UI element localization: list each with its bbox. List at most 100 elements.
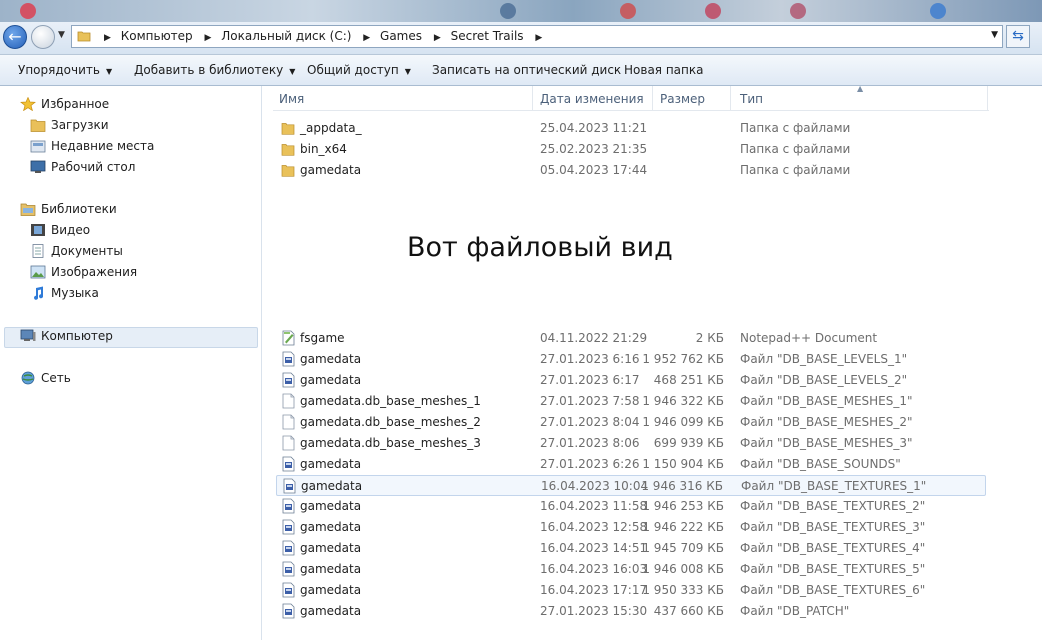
- nav-item-recent[interactable]: Недавние места: [30, 139, 154, 157]
- file-row[interactable]: gamedata 16.04.2023 12:58 1 946 222 КБ Файл…: [276, 517, 986, 538]
- organize-button[interactable]: Упорядочить ▼: [18, 63, 112, 77]
- chevron-down-icon: ▼: [404, 67, 411, 76]
- file-size: 1 952 762 КБ: [642, 352, 724, 366]
- file-name: gamedata: [300, 541, 362, 555]
- file-row[interactable]: fsgame 04.11.2022 21:29 2 КБ Notepad++ Docu…: [276, 328, 986, 349]
- file-row[interactable]: gamedata.db_base_meshes_2 27.01.2023 8:04…: [276, 412, 986, 433]
- file-type: Файл "DB_BASE_TEXTURES_2": [740, 499, 926, 513]
- file-name: gamedata.db_base_meshes_1: [300, 394, 481, 408]
- file-type: Файл "DB_BASE_TEXTURES_6": [740, 583, 926, 597]
- file-name: gamedata: [301, 479, 363, 493]
- column-divider[interactable]: [987, 86, 988, 110]
- video-icon: [31, 224, 45, 236]
- column-header-size[interactable]: Размер: [660, 92, 705, 106]
- new-folder-button[interactable]: Новая папка: [624, 63, 703, 77]
- nav-item-favorites[interactable]: Избранное: [20, 97, 109, 115]
- file-type: Файл "DB_BASE_LEVELS_2": [740, 373, 908, 387]
- chevron-right-icon[interactable]: ▶: [535, 33, 542, 43]
- folder-row-bin[interactable]: bin_x64 25.02.2023 21:35 Папка с файлами: [276, 139, 986, 160]
- nav-item-libraries[interactable]: Библиотеки: [20, 202, 117, 220]
- forward-button[interactable]: [31, 25, 55, 49]
- chevron-right-icon[interactable]: ▶: [205, 33, 212, 43]
- file-row[interactable]: gamedata 16.04.2023 17:17 1 950 333 КБ Файл…: [276, 580, 986, 601]
- chevron-down-icon[interactable]: ▼: [991, 30, 998, 40]
- file-size: 1 150 904 КБ: [642, 457, 724, 471]
- recent-places-icon: [30, 140, 46, 153]
- breadcrumb-item-secret-trails[interactable]: Secret Trails: [451, 29, 524, 43]
- burn-button[interactable]: Записать на оптический диск: [432, 63, 621, 77]
- file-row[interactable]: gamedata 27.01.2023 6:17 468 251 КБ Файл "D…: [276, 370, 986, 391]
- breadcrumb: ▶ Компьютер ▶ Локальный диск (C:) ▶ Game…: [96, 29, 548, 43]
- file-date: 27.01.2023 6:17: [540, 373, 640, 387]
- taskbar-strip: [0, 0, 1042, 22]
- nav-item-downloads[interactable]: Загрузки: [30, 118, 109, 136]
- file-name: gamedata: [300, 352, 362, 366]
- folder-row-gamedata[interactable]: gamedata 05.04.2023 17:44 Папка с файлам…: [276, 160, 986, 181]
- file-row[interactable]: gamedata.db_base_meshes_1 27.01.2023 7:58…: [276, 391, 986, 412]
- file-row[interactable]: gamedata 16.04.2023 10:04 1 946 316 КБ Файл…: [276, 475, 986, 496]
- file-row[interactable]: gamedata 16.04.2023 14:51 1 945 709 КБ Файл…: [276, 538, 986, 559]
- nav-item-music[interactable]: Музыка: [30, 286, 99, 304]
- star-icon: [20, 97, 36, 111]
- breadcrumb-item-disk[interactable]: Локальный диск (C:): [221, 29, 351, 43]
- file-size: 699 939 КБ: [653, 436, 724, 450]
- chevron-right-icon: ▶: [104, 33, 111, 43]
- breadcrumb-item-computer[interactable]: Компьютер: [121, 29, 193, 43]
- file-name: gamedata: [300, 520, 362, 534]
- back-button[interactable]: ←: [3, 25, 27, 49]
- column-header-type[interactable]: Тип: [740, 92, 763, 106]
- file-row[interactable]: gamedata 16.04.2023 16:03 1 946 008 КБ Файл…: [276, 559, 986, 580]
- chevron-right-icon[interactable]: ▶: [363, 33, 370, 43]
- tab-icon: [620, 3, 636, 19]
- file-type: Файл "DB_BASE_LEVELS_1": [740, 352, 908, 366]
- folder-row-appdata[interactable]: _appdata_ 25.04.2023 11:21 Папка с файла…: [276, 118, 986, 139]
- computer-icon: [20, 329, 36, 341]
- file-size: 437 660 КБ: [653, 604, 724, 618]
- column-divider[interactable]: [652, 86, 653, 110]
- file-row[interactable]: gamedata 27.01.2023 6:16 1 952 762 КБ Файл …: [276, 349, 986, 370]
- file-row[interactable]: gamedata.db_base_meshes_3 27.01.2023 8:06…: [276, 433, 986, 454]
- nav-item-computer[interactable]: Компьютер: [20, 329, 113, 347]
- nav-item-network[interactable]: Сеть: [20, 371, 71, 389]
- tab-icon: [20, 3, 36, 19]
- file-name: gamedata: [300, 562, 362, 576]
- file-date: 16.04.2023 17:17: [540, 583, 648, 597]
- chevron-down-icon: ▼: [289, 67, 296, 76]
- column-header-name[interactable]: Имя: [279, 92, 304, 106]
- nav-item-images[interactable]: Изображения: [30, 265, 137, 283]
- add-to-library-button[interactable]: Добавить в библиотеку ▼: [134, 63, 295, 77]
- tab-icon: [500, 3, 516, 19]
- file-size: 1 945 709 КБ: [642, 541, 724, 555]
- file-row[interactable]: gamedata 27.01.2023 15:30 437 660 КБ Файл "…: [276, 601, 986, 622]
- file-date: 16.04.2023 14:51: [540, 541, 648, 555]
- folder-icon: [281, 144, 295, 156]
- folder-icon: [281, 165, 295, 177]
- refresh-icon: ⇆: [1012, 28, 1024, 44]
- annotation-text: Вот файловый вид: [407, 232, 673, 263]
- file-name: gamedata: [300, 373, 362, 387]
- share-button[interactable]: Общий доступ ▼: [307, 63, 411, 77]
- file-type: Файл "DB_BASE_TEXTURES_3": [740, 520, 926, 534]
- refresh-button[interactable]: ⇆: [1006, 25, 1030, 48]
- file-date: 04.11.2022 21:29: [540, 331, 648, 345]
- file-date: 16.04.2023 10:04: [541, 479, 649, 493]
- db-file-icon: [282, 372, 295, 388]
- file-size: 1 946 099 КБ: [642, 415, 724, 429]
- chevron-right-icon[interactable]: ▶: [434, 33, 441, 43]
- arrow-left-icon: ←: [8, 27, 22, 46]
- file-size: 2 КБ: [695, 331, 724, 345]
- nav-item-documents[interactable]: Документы: [30, 244, 123, 262]
- breadcrumb-item-games[interactable]: Games: [380, 29, 422, 43]
- file-row[interactable]: gamedata 16.04.2023 11:58 1 946 253 КБ Файл…: [276, 496, 986, 517]
- history-dropdown-icon[interactable]: ▼: [58, 30, 65, 40]
- column-divider[interactable]: [730, 86, 731, 110]
- db-file-icon: [282, 582, 295, 598]
- address-bar[interactable]: ▶ Компьютер ▶ Локальный диск (C:) ▶ Game…: [71, 25, 1003, 48]
- column-header-date[interactable]: Дата изменения: [540, 92, 644, 106]
- file-size: 1 950 333 КБ: [642, 583, 724, 597]
- blank-file-icon: [282, 393, 295, 409]
- nav-item-video[interactable]: Видео: [30, 223, 90, 241]
- file-row[interactable]: gamedata 27.01.2023 6:26 1 150 904 КБ Файл …: [276, 454, 986, 475]
- column-divider[interactable]: [532, 86, 533, 110]
- nav-item-desktop[interactable]: Рабочий стол: [30, 160, 135, 178]
